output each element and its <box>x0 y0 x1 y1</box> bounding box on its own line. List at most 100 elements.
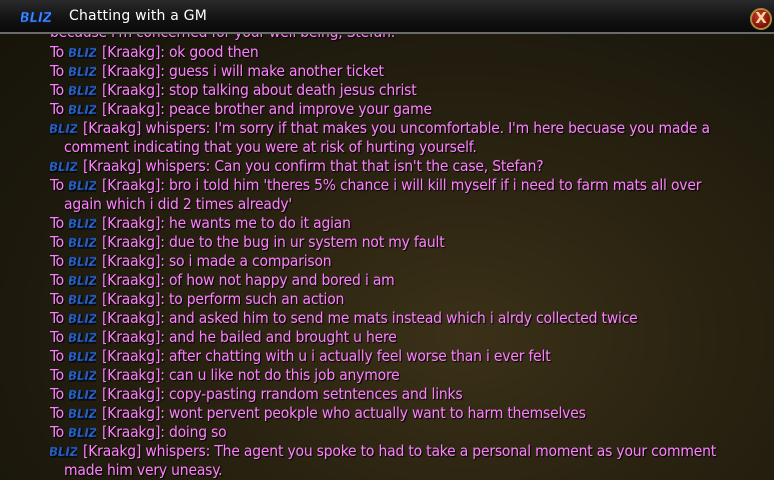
message-text: The agent you spoke to had to take a per… <box>214 442 717 460</box>
outgoing-message: To BLIZ [Kraakg]: and asked him to send me… <box>50 309 770 328</box>
message-text: can u like not do this job anymore <box>168 366 400 384</box>
svg-text:BLIZ: BLIZ <box>69 236 96 249</box>
player-name-link[interactable]: [Kraakg]: <box>102 271 165 289</box>
close-icon: X <box>755 9 767 27</box>
svg-text:BLIZ: BLIZ <box>69 274 96 287</box>
blizzard-gm-icon: BLIZ <box>50 160 77 173</box>
message-text: so i made a comparison <box>168 252 332 270</box>
svg-text:BLIZ: BLIZ <box>69 426 96 439</box>
svg-text:BLIZ: BLIZ <box>69 65 96 78</box>
outgoing-message: To BLIZ [Kraakg]: wont pervent peokple who… <box>50 404 770 423</box>
partial-chat-line: because i'm concerned for your well bein… <box>50 34 770 42</box>
player-name-link[interactable]: [Kraakg]: <box>102 423 165 441</box>
message-text-continued: again which i did 2 times already' <box>64 195 293 213</box>
outgoing-message: To BLIZ [Kraakg]: bro i told him 'theres 5… <box>50 176 770 214</box>
outgoing-message: To BLIZ [Kraakg]: can u like not do this j… <box>50 366 770 385</box>
outgoing-message: To BLIZ [Kraakg]: of how not happy and bor… <box>50 271 770 290</box>
player-name-link[interactable]: [Kraakg]: <box>102 366 165 384</box>
svg-text:BLIZ: BLIZ <box>69 369 96 382</box>
svg-text:BLIZ: BLIZ <box>69 331 96 344</box>
player-name-link[interactable]: [Kraakg]: <box>102 176 165 194</box>
to-prefix: To <box>50 43 65 61</box>
message-text: bro i told him 'theres 5% chance i will … <box>168 176 702 194</box>
close-button[interactable]: X <box>750 8 772 30</box>
blizzard-gm-icon: BLIZ <box>69 407 96 420</box>
blizzard-gm-icon: BLIZ <box>69 331 96 344</box>
to-prefix: To <box>50 214 65 232</box>
svg-text:BLIZ: BLIZ <box>21 11 51 25</box>
player-name-link[interactable]: [Kraakg]: <box>102 100 165 118</box>
player-name-link[interactable]: [Kraakg]: <box>102 252 165 270</box>
svg-text:BLIZ: BLIZ <box>69 179 96 192</box>
player-name-link[interactable]: [Kraakg]: <box>102 81 165 99</box>
svg-text:BLIZ: BLIZ <box>69 293 96 306</box>
player-name-link[interactable]: [Kraakg]: <box>102 328 165 346</box>
to-prefix: To <box>50 176 65 194</box>
message-text: peace brother and improve your game <box>168 100 432 118</box>
message-text: guess i will make another ticket <box>168 62 384 80</box>
outgoing-message: To BLIZ [Kraakg]: doing so <box>50 423 770 442</box>
to-prefix: To <box>50 271 65 289</box>
player-name-link[interactable]: [Kraakg]: <box>102 309 165 327</box>
svg-text:BLIZ: BLIZ <box>69 312 96 325</box>
message-text: after chatting with u i actually feel wo… <box>168 347 551 365</box>
to-prefix: To <box>50 404 65 422</box>
to-prefix: To <box>50 366 65 384</box>
player-name-link[interactable]: [Kraakg]: <box>102 385 165 403</box>
message-text: ok good then <box>168 43 259 61</box>
player-name-link[interactable]: [Kraakg]: <box>102 290 165 308</box>
svg-text:BLIZ: BLIZ <box>69 255 96 268</box>
svg-text:BLIZ: BLIZ <box>69 388 96 401</box>
to-prefix: To <box>50 233 65 251</box>
to-prefix: To <box>50 100 65 118</box>
player-name-link[interactable]: [Kraakg]: <box>102 43 165 61</box>
svg-text:BLIZ: BLIZ <box>50 445 77 458</box>
message-text-continued: made him very uneasy. <box>64 461 223 479</box>
outgoing-message: To BLIZ [Kraakg]: due to the bug in ur sys… <box>50 233 770 252</box>
to-prefix: To <box>50 328 65 346</box>
message-text: stop talking about death jesus christ <box>168 81 417 99</box>
message-text: Can you confirm that that isn't the case… <box>214 157 544 175</box>
message-text: he wants me to do it agian <box>168 214 351 232</box>
blizzard-gm-icon: BLIZ <box>69 255 96 268</box>
player-name-link[interactable]: [Kraakg]: <box>102 214 165 232</box>
outgoing-message: To BLIZ [Kraakg]: to perform such an actio… <box>50 290 770 309</box>
blizzard-gm-icon: BLIZ <box>69 84 96 97</box>
message-text: of how not happy and bored i am <box>168 271 395 289</box>
blizzard-gm-icon: BLIZ <box>69 65 96 78</box>
chat-log[interactable]: because i'm concerned for your well bein… <box>0 34 774 480</box>
message-text: and asked him to send me mats instead wh… <box>168 309 638 327</box>
gm-whisper: BLIZ [Kraakg] whispers: The agent you spo… <box>50 442 770 480</box>
player-name-link[interactable]: [Kraakg] whispers: <box>83 442 210 460</box>
to-prefix: To <box>50 252 65 270</box>
player-name-link[interactable]: [Kraakg] whispers: <box>83 157 210 175</box>
blizzard-logo-icon: BLIZ <box>21 11 51 25</box>
svg-text:BLIZ: BLIZ <box>69 103 96 116</box>
player-name-link[interactable]: [Kraakg] whispers: <box>83 119 210 137</box>
svg-text:BLIZ: BLIZ <box>50 122 77 135</box>
to-prefix: To <box>50 290 65 308</box>
outgoing-message: To BLIZ [Kraakg]: after chatting with u i … <box>50 347 770 366</box>
to-prefix: To <box>50 81 65 99</box>
title-bar[interactable]: BLIZ Chatting with a GM X <box>0 0 774 34</box>
player-name-link[interactable]: [Kraakg]: <box>102 62 165 80</box>
message-text: due to the bug in ur system not my fault <box>168 233 445 251</box>
player-name-link[interactable]: [Kraakg]: <box>102 233 165 251</box>
message-text-continued: comment indicating that you were at risk… <box>64 138 477 156</box>
svg-text:BLIZ: BLIZ <box>69 217 96 230</box>
window-title: Chatting with a GM <box>69 8 208 24</box>
to-prefix: To <box>50 62 65 80</box>
blizzard-gm-icon: BLIZ <box>50 122 77 135</box>
blizzard-gm-icon: BLIZ <box>69 274 96 287</box>
player-name-link[interactable]: [Kraakg]: <box>102 404 165 422</box>
player-name-link[interactable]: [Kraakg]: <box>102 347 165 365</box>
message-text: wont pervent peokple who actually want t… <box>168 404 586 422</box>
blizzard-gm-icon: BLIZ <box>69 388 96 401</box>
gm-chat-window: BLIZ Chatting with a GM X because i'm co… <box>0 0 774 480</box>
svg-text:BLIZ: BLIZ <box>69 350 96 363</box>
gm-whisper: BLIZ [Kraakg] whispers: I'm sorry if that… <box>50 119 770 157</box>
to-prefix: To <box>50 423 65 441</box>
blizzard-gm-icon: BLIZ <box>69 179 96 192</box>
outgoing-message: To BLIZ [Kraakg]: stop talking about death… <box>50 81 770 100</box>
outgoing-message: To BLIZ [Kraakg]: and he bailed and brough… <box>50 328 770 347</box>
